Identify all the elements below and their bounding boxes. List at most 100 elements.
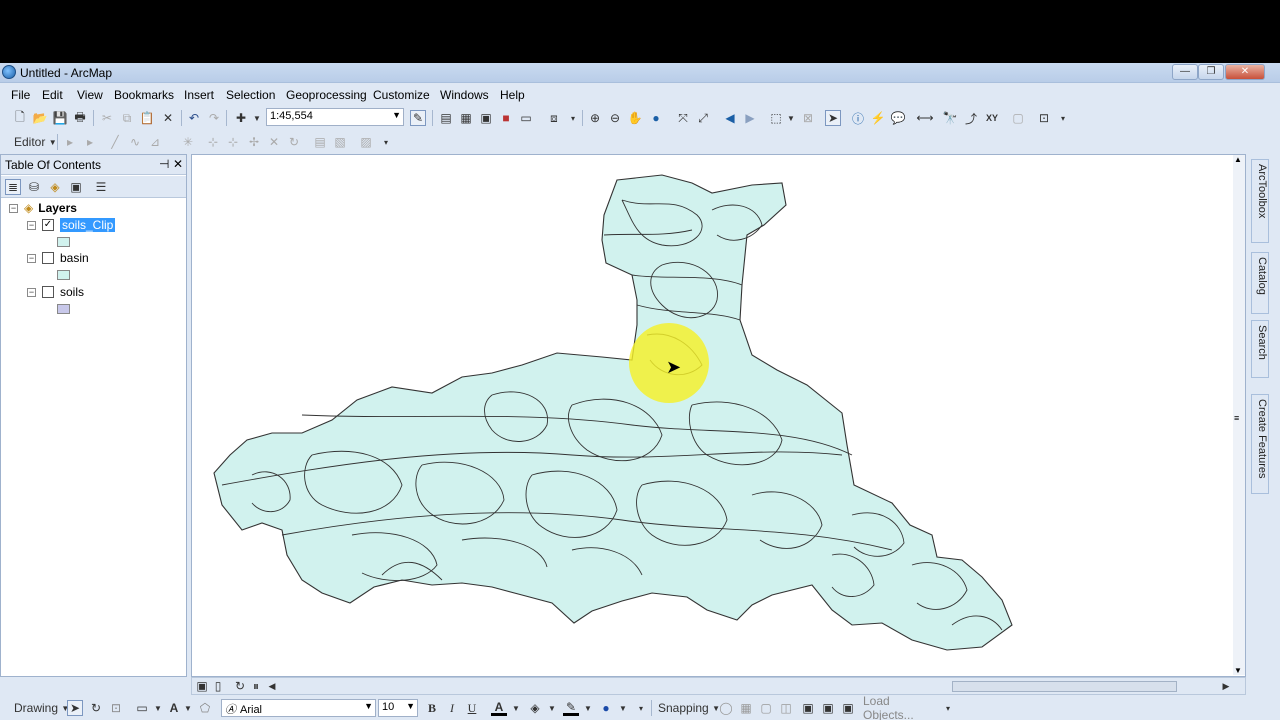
paste-icon[interactable]: 📋 [139,110,155,126]
toolbar-options-icon[interactable]: ▾ [633,700,649,716]
layout-view-icon[interactable]: ▤ [438,110,454,126]
collapse-icon[interactable]: − [9,203,18,213]
refresh-icon[interactable]: ↻ [232,678,248,694]
pause-drawing-icon[interactable]: ⏸ [248,678,264,694]
order-elements-icon[interactable]: ▣ [840,700,856,716]
shape-dropdown-icon[interactable]: ▼ [150,700,166,716]
font-color-icon[interactable]: A [491,700,507,716]
scroll-right-icon[interactable]: ▶ [1218,678,1234,694]
python-window-icon[interactable]: ■ [498,110,514,126]
construction-tools-icon[interactable]: ⊿ [147,134,163,150]
trace-icon[interactable]: ∿ [127,134,143,150]
dock-tab-arctoolbox[interactable]: ArcToolbox [1251,159,1269,243]
map-vertical-scrollbar[interactable]: ▲ ≡ ▼ [1233,155,1245,675]
layer-name[interactable]: soils_Clip [60,218,116,232]
search-window-icon[interactable]: ▭ [518,110,534,126]
visibility-checkbox[interactable] [42,252,54,264]
scroll-left-icon[interactable]: ◀ [264,678,280,694]
fill-color-icon[interactable]: ◈ [527,700,543,716]
collapse-icon[interactable]: − [27,287,36,297]
menu-bookmarks[interactable]: Bookmarks [114,88,174,102]
dock-tab-catalog[interactable]: Catalog [1251,252,1269,314]
layer-row-soils-clip[interactable]: − ✓ soils_Clip [27,218,116,232]
italic-button[interactable]: I [444,700,460,716]
redo-icon[interactable]: ↷ [206,110,222,126]
find-binoculars-icon[interactable]: 🔭 [942,110,958,126]
visibility-checkbox[interactable] [42,286,54,298]
collapse-icon[interactable]: − [27,220,36,230]
close-button[interactable]: ✕ [1225,64,1265,80]
reshape-icon[interactable]: ⊹ [225,134,241,150]
list-by-visibility-icon[interactable]: ◈ [47,179,63,195]
undo-icon[interactable]: ↶ [186,110,202,126]
layers-root-row[interactable]: − ◈ Layers [9,201,77,215]
edit-vertices-icon[interactable]: ⬠ [197,700,213,716]
copy-icon[interactable]: ⧉ [119,110,135,126]
bold-button[interactable]: B [424,700,440,716]
clear-selection-icon[interactable]: ⊠ [800,110,816,126]
drawing-menu[interactable]: Drawing ▼ [14,700,69,716]
layer-name[interactable]: basin [60,251,89,265]
menu-file[interactable]: File [11,88,30,102]
font-name-combo[interactable]: Ⓐ Arial ▼ [221,699,376,717]
menu-insert[interactable]: Insert [184,88,214,102]
layer-symbol-swatch[interactable] [57,237,70,247]
split-tool-icon[interactable]: ✳ [180,134,196,150]
sketch-properties-icon[interactable]: ▧ [332,134,348,150]
zoom-out-icon[interactable]: ⊖ [607,110,623,126]
select-elements-arrow-icon[interactable]: ➤ [825,110,841,126]
maximize-button[interactable]: ❐ [1198,64,1224,80]
html-popup-icon[interactable]: 💬 [890,110,906,126]
underline-button[interactable]: U [464,700,480,716]
dock-tab-create-features[interactable]: Create Features [1251,394,1269,494]
layer-row-basin[interactable]: − basin [27,251,89,265]
create-viewer-window-icon[interactable]: ⊡ [1036,110,1052,126]
font-size-combo[interactable]: 10 ▼ [378,699,418,717]
pin-icon[interactable]: ⊣ [159,157,169,171]
data-view-icon[interactable]: ▣ [194,678,210,694]
line-color-dropdown-icon[interactable]: ▼ [580,700,596,716]
fill-color-dropdown-icon[interactable]: ▼ [544,700,560,716]
scroll-grip-icon[interactable]: ≡ [1234,413,1239,423]
menu-windows[interactable]: Windows [440,88,489,102]
menu-selection[interactable]: Selection [226,88,275,102]
full-extent-globe-icon[interactable]: ● [648,110,664,126]
ungroup-elements-icon[interactable]: ▣ [820,700,836,716]
cut-icon[interactable]: ✂ [99,110,115,126]
hyperlink-icon[interactable]: ⚡ [870,110,886,126]
layer-name[interactable]: soils [60,285,84,299]
editor-toolbar-toggle-icon[interactable]: ✎ [410,110,426,126]
layer-row-soils[interactable]: − soils [27,285,84,299]
map-scale-combo[interactable]: 1:45,554 ▼ [266,108,404,126]
toolbox-icon[interactable]: ▣ [478,110,494,126]
menu-edit[interactable]: Edit [42,88,63,102]
zoom-in-icon[interactable]: ⊕ [587,110,603,126]
point-snapping-icon[interactable]: ◯ [718,700,734,716]
layer-symbol-swatch[interactable] [57,270,70,280]
map-display[interactable]: ➤ [191,154,1246,677]
toolbar-options-icon[interactable]: ▾ [565,110,581,126]
rectangle-tool-icon[interactable]: ▭ [134,700,150,716]
list-by-source-icon[interactable]: ⛁ [26,179,42,195]
go-to-xy-icon[interactable]: XY [984,110,1000,126]
minimize-button[interactable]: — [1172,64,1198,80]
create-features-icon[interactable]: ▨ [358,134,374,150]
rotate-icon[interactable]: ↻ [286,134,302,150]
toc-options-icon[interactable]: ☰ [93,179,109,195]
horizontal-scroll-thumb[interactable] [952,681,1177,692]
font-color-dropdown-icon[interactable]: ▼ [508,700,524,716]
toolbar-options-icon[interactable]: ▾ [378,134,394,150]
find-route-icon[interactable]: ⤴ [963,110,979,126]
snapping-menu[interactable]: Snapping ▼ [658,700,720,716]
arccatalog-icon[interactable]: ▦ [458,110,474,126]
layer-symbol-swatch[interactable] [57,304,70,314]
delete-icon[interactable]: ✕ [160,110,176,126]
dock-tab-search[interactable]: Search [1251,320,1269,378]
list-by-selection-icon[interactable]: ▣ [68,179,84,195]
marker-color-dropdown-icon[interactable]: ▼ [615,700,631,716]
cut-polygons-icon[interactable]: ✢ [246,134,262,150]
collapse-icon[interactable]: − [27,253,36,263]
edit-vertices-icon[interactable]: ⊹ [205,134,221,150]
menu-view[interactable]: View [77,88,103,102]
group-elements-icon[interactable]: ▣ [800,700,816,716]
